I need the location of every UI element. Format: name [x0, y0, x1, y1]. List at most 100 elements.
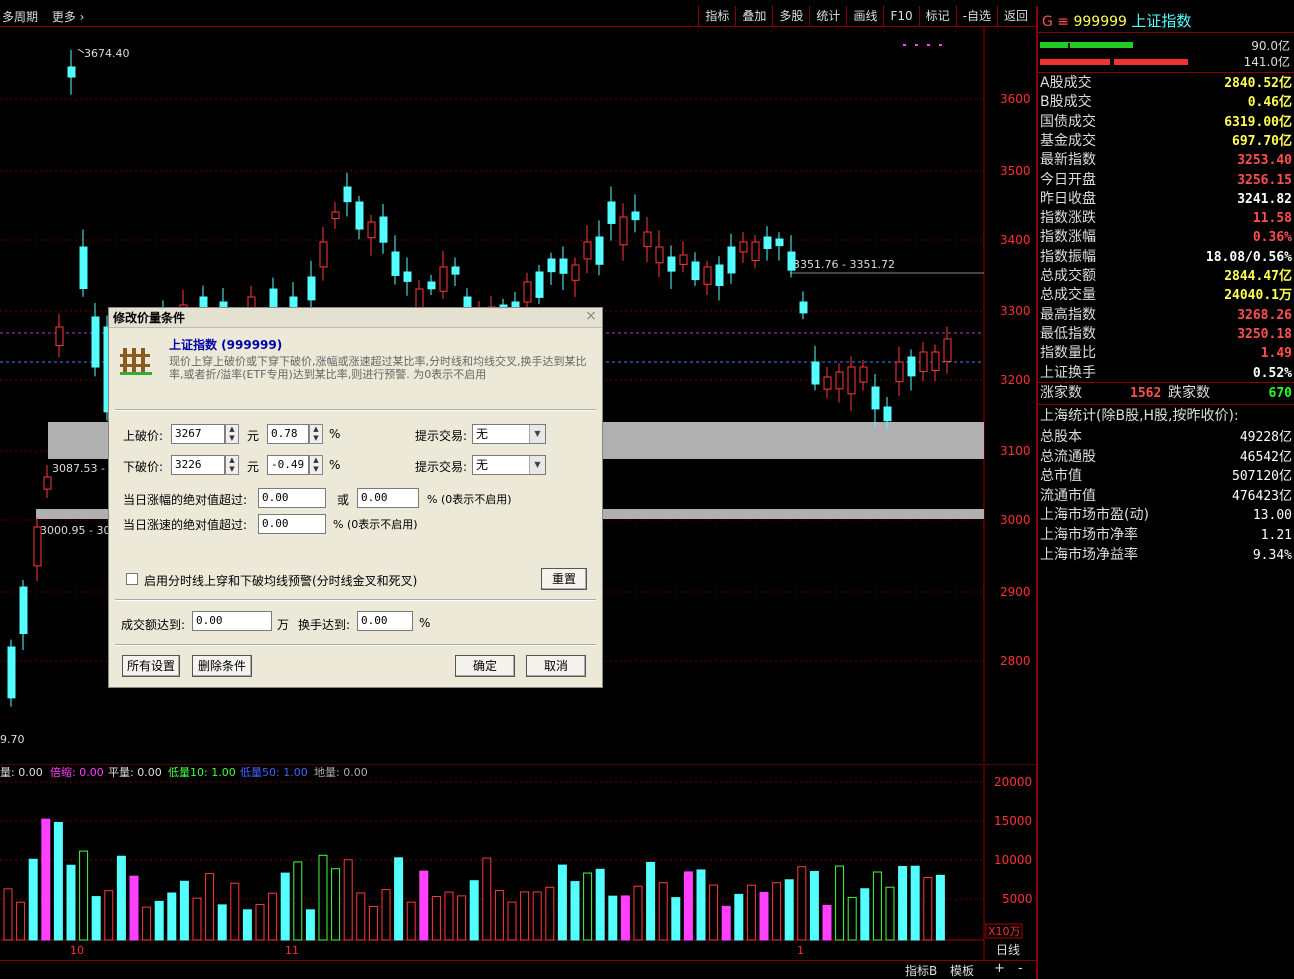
quote-row: 指数振幅 18.08/0.56%: [1040, 248, 1292, 265]
stat-row: 总股本 49228亿: [1040, 429, 1292, 445]
stat-row: 上海市场市盈(动) 13.00: [1040, 507, 1292, 524]
price-label: 2900: [1000, 585, 1031, 599]
price-label: 3100: [1000, 444, 1031, 458]
down-pct-input[interactable]: -0.49: [267, 455, 309, 475]
price-label: 3400: [1000, 233, 1031, 247]
rise-label: 当日涨幅的绝对值超过:: [123, 493, 248, 507]
zoom-out-button[interactable]: -: [1018, 961, 1023, 976]
stock-name: 上证指数: [1131, 12, 1192, 30]
quote-row: 总成交额 2844.47亿: [1040, 268, 1292, 284]
high-annotation: 3674.40: [84, 47, 130, 60]
stock-title: 上证指数 (999999): [169, 338, 283, 352]
chevron-down-icon: ▼: [529, 456, 545, 474]
cross-checkbox[interactable]: [126, 573, 138, 585]
turnover-input[interactable]: 0.00: [357, 611, 413, 631]
volume-bars: [3, 818, 945, 941]
down-pct-stepper[interactable]: ▲ ▼: [309, 455, 323, 475]
quote-row: 昨日收盘 3241.82: [1040, 190, 1292, 207]
close-button[interactable]: ×: [584, 309, 598, 324]
stat-row: 上海市场市净率 1.21: [1040, 527, 1292, 543]
volume-chart[interactable]: 量: 0.00 倍缩: 0.00 平量: 0.00 低量10: 1.00 低量5…: [0, 764, 1036, 960]
reset-button[interactable]: 重置: [541, 568, 587, 590]
delete-condition-button[interactable]: 删除条件: [192, 655, 252, 677]
template-tab[interactable]: 模板: [950, 962, 974, 979]
fence-icon: [120, 348, 152, 375]
bottom-bar: 指标B 模板 + -: [0, 960, 1036, 979]
stat-row: 总流通股 46542亿: [1040, 448, 1292, 465]
menu-overlay[interactable]: 叠加: [735, 6, 772, 26]
amount-label: 成交额达到:: [121, 618, 186, 632]
tip-trade-select[interactable]: 无 ▼: [472, 455, 546, 475]
quote-row: 最高指数 3268.26: [1040, 306, 1292, 323]
price-label: 2800: [1000, 654, 1031, 668]
period-label[interactable]: 日线: [996, 943, 1020, 957]
all-settings-button[interactable]: 所有设置: [122, 655, 180, 677]
bar-red: [1040, 59, 1110, 65]
menu-f10[interactable]: F10: [883, 6, 918, 26]
dialog-description: 现价上穿上破价或下穿下破价,涨幅或涨速超过某比率,分时线和均线交叉,换手达到某比…: [169, 355, 587, 381]
up-price-input[interactable]: 3267: [171, 424, 225, 444]
tip-trade-select[interactable]: 无 ▼: [472, 424, 546, 444]
stock-header: G ≡ 999999 上证指数: [1042, 10, 1191, 31]
vol-legend: 低量50: 1.00: [240, 766, 308, 779]
quote-row: 今日开盘 3256.15: [1040, 171, 1292, 188]
more-button[interactable]: 更多 ›: [52, 10, 85, 24]
vol-legend: 地量: 0.00: [314, 766, 368, 779]
up-price-stepper[interactable]: ▲ ▼: [225, 424, 239, 444]
rise-count: 1562: [1130, 386, 1162, 401]
low-annotation: 9.70: [0, 733, 25, 746]
menu-back[interactable]: 返回: [996, 6, 1034, 26]
quote-panel: G ≡ 999999 上证指数 90.0亿 141.0亿 A股成交 2840.52…: [1036, 6, 1294, 979]
vol-legend: 量: 0.00: [0, 766, 43, 779]
up-pct-input[interactable]: 0.78: [267, 424, 309, 444]
speed-input[interactable]: 0.00: [258, 514, 326, 534]
indicator-tab[interactable]: 指标B: [905, 962, 937, 979]
price-label: 3200: [1000, 373, 1031, 387]
bar-value: 90.0亿: [1251, 39, 1290, 53]
quote-row: 基金成交 697.70亿: [1040, 132, 1292, 149]
menu-mark[interactable]: 标记: [918, 6, 956, 26]
menu-stats[interactable]: 统计: [809, 6, 846, 26]
menu-indicator[interactable]: 指标: [698, 6, 735, 26]
menu-watchlist[interactable]: -自选: [955, 6, 997, 26]
price-label: 3300: [1000, 304, 1031, 318]
multi-period-button[interactable]: 多周期: [2, 10, 38, 24]
rise-input-2[interactable]: 0.00: [357, 488, 419, 508]
zoom-in-button[interactable]: +: [994, 961, 1005, 976]
price-condition-dialog: 修改价量条件 × 上证指数 (999999) 现价上穿上破价或下穿下破价,涨幅或…: [108, 307, 603, 688]
down-price-input[interactable]: 3226: [171, 455, 225, 475]
chevron-down-icon: ▼: [529, 425, 545, 443]
speed-label: 当日涨速的绝对值超过:: [123, 518, 248, 532]
down-price-stepper[interactable]: ▲ ▼: [225, 455, 239, 475]
bar-green: [1040, 42, 1133, 48]
rise-input[interactable]: 0.00: [258, 488, 326, 508]
ok-button[interactable]: 确定: [455, 655, 515, 677]
toolbar-menu: 指标 叠加 多股 统计 画线 F10 标记 -自选 返回: [698, 6, 1034, 26]
date-label: 11: [285, 944, 299, 957]
code-prefix: G ≡: [1042, 14, 1070, 30]
date-label: 1: [797, 944, 804, 957]
fall-count: 670: [1268, 386, 1292, 401]
quote-row: 上证换手 0.52%: [1040, 364, 1292, 381]
range-annotation: 3351.76 - 3351.72: [793, 258, 895, 271]
vol-label: 15000: [994, 814, 1032, 828]
quote-row: 最低指数 3250.18: [1040, 325, 1292, 342]
amount-input[interactable]: 0.00: [192, 611, 272, 631]
quote-row: A股成交 2840.52亿: [1040, 75, 1292, 91]
stat-row: 总市值 507120亿: [1040, 468, 1292, 485]
tip-trade-label: 提示交易:: [415, 429, 468, 443]
quote-row: 总成交量 24040.1万: [1040, 287, 1292, 304]
vol-label: 5000: [1002, 892, 1033, 906]
cancel-button[interactable]: 取消: [526, 655, 586, 677]
price-label: 3000: [1000, 513, 1031, 527]
tip-trade-label: 提示交易:: [415, 460, 468, 474]
price-label: 3500: [1000, 164, 1031, 178]
quote-row: 国债成交 6319.00亿: [1040, 113, 1292, 130]
quote-row: 最新指数 3253.40: [1040, 152, 1292, 169]
price-label: 3600: [1000, 92, 1031, 106]
up-pct-stepper[interactable]: ▲ ▼: [309, 424, 323, 444]
menu-multi-stock[interactable]: 多股: [772, 6, 809, 26]
turnover-label: 换手达到:: [298, 618, 351, 632]
period-menu: 多周期 更多 ›: [2, 8, 94, 25]
menu-draw-line[interactable]: 画线: [846, 6, 883, 26]
